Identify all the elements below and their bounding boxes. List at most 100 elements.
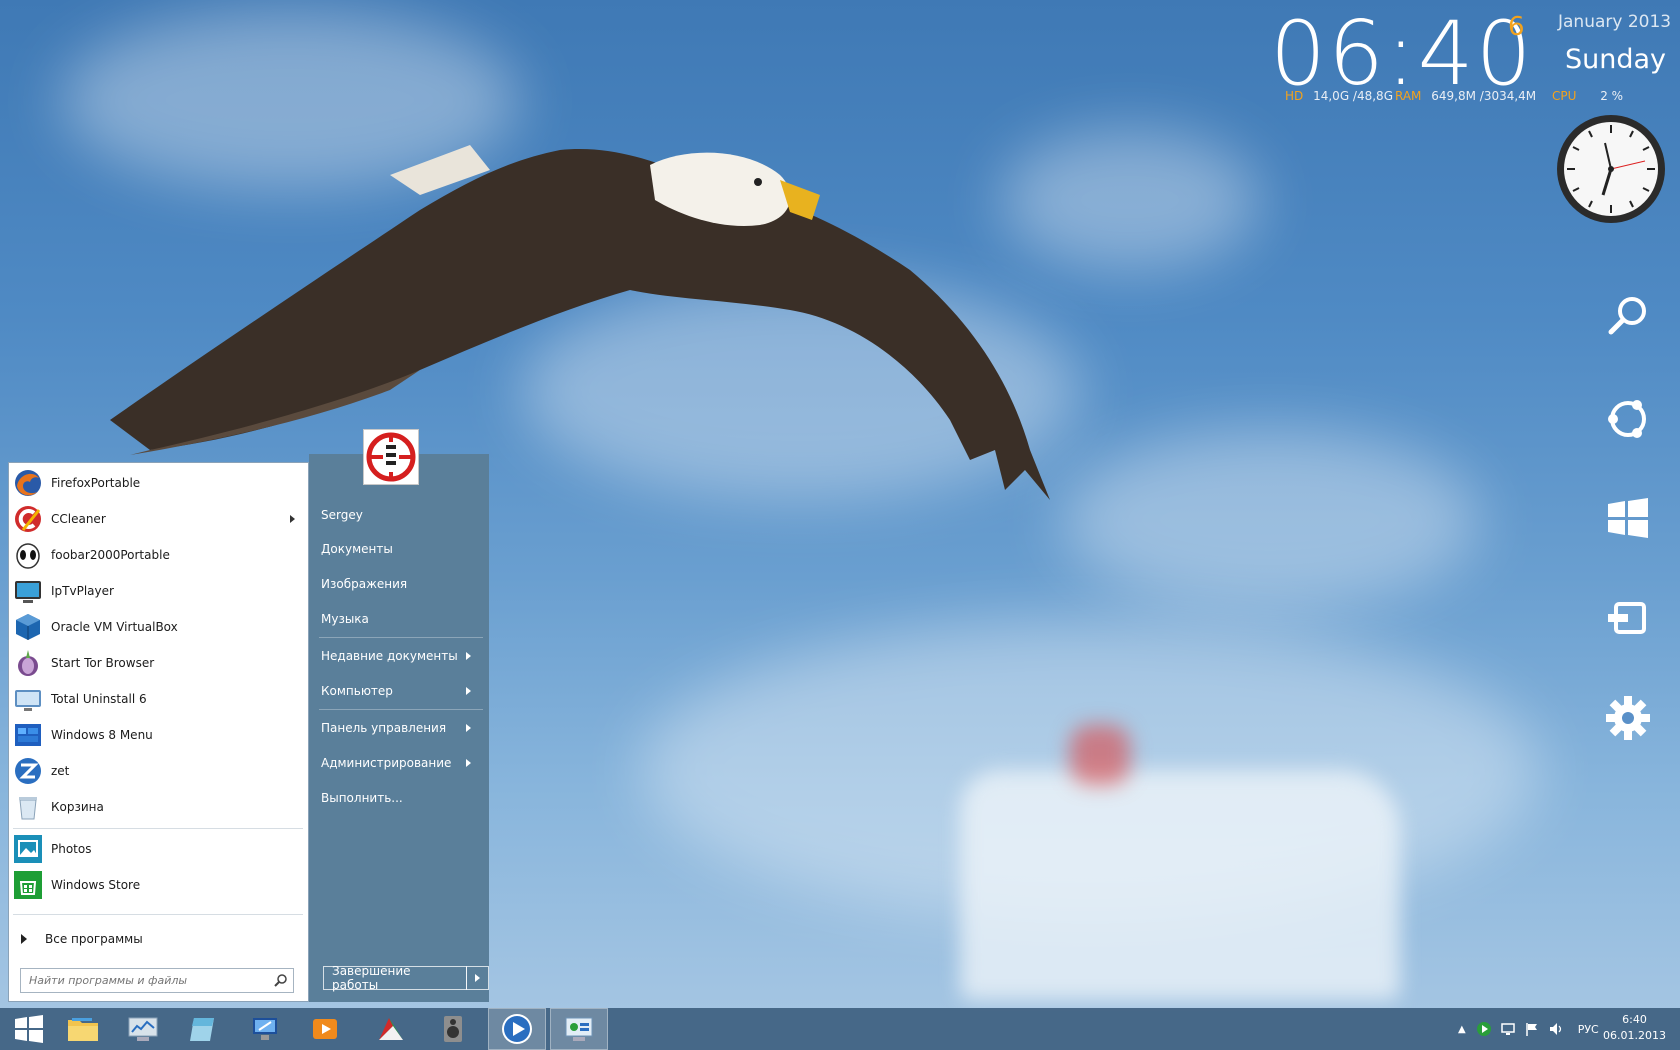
cpu-label: CPU — [1552, 89, 1577, 103]
place-sergey[interactable]: Sergey — [313, 500, 483, 530]
program-photos[interactable]: Photos — [9, 831, 307, 867]
play-status-icon[interactable] — [1476, 1021, 1492, 1037]
program-recycle-bin[interactable]: Корзина — [9, 789, 307, 825]
language-indicator[interactable]: РУС — [1578, 1023, 1599, 1036]
media-icon — [313, 1019, 337, 1039]
folder-icon — [68, 1018, 98, 1041]
program-foobar2000portable[interactable]: foobar2000Portable — [9, 537, 307, 573]
place-run[interactable]: Выполнить... — [313, 783, 483, 813]
start-button[interactable] — [0, 1008, 58, 1050]
program-zet[interactable]: zet — [9, 753, 307, 789]
place-label: Документы — [321, 542, 393, 556]
program-tor-browser[interactable]: Start Tor Browser — [9, 645, 307, 681]
chevron-right-icon — [466, 724, 471, 732]
taskbar-explorer[interactable] — [54, 1008, 112, 1050]
blurred-ship-funnel — [1070, 725, 1130, 785]
place-label: Панель управления — [321, 721, 447, 735]
program-windows-store[interactable]: Windows Store — [9, 867, 307, 903]
place-label: Sergey — [321, 508, 363, 522]
start-icon — [1608, 498, 1648, 538]
search-input[interactable] — [27, 969, 261, 992]
program-ccleaner[interactable]: CCleaner — [9, 501, 307, 537]
tv-icon — [13, 576, 43, 606]
place-documents[interactable]: Документы — [313, 534, 483, 564]
program-label: Start Tor Browser — [51, 656, 155, 670]
program-firefoxportable[interactable]: FirefoxPortable — [9, 465, 307, 501]
ccleaner-icon — [13, 504, 43, 534]
place-recent-documents[interactable]: Недавние документы — [313, 641, 483, 671]
chevron-right-icon — [466, 687, 471, 695]
devices-icon — [1608, 602, 1646, 634]
hd-value: 14,0G /48,8G — [1313, 89, 1393, 103]
all-programs-label: Все программы — [45, 932, 143, 946]
charm-settings[interactable] — [1600, 690, 1656, 746]
taskbar-control-panel[interactable] — [550, 1008, 608, 1050]
recycle-bin-icon — [13, 792, 43, 822]
taskbar-system-monitor[interactable] — [114, 1008, 172, 1050]
all-programs-button[interactable]: Все программы — [9, 925, 307, 953]
taskbar-chart-app[interactable] — [362, 1008, 420, 1050]
place-label: Компьютер — [321, 684, 393, 698]
speaker-icon — [444, 1016, 462, 1042]
place-label: Музыка — [321, 612, 369, 626]
place-administration[interactable]: Администрирование — [313, 748, 483, 778]
ram-value: 649,8M /3034,4M — [1431, 89, 1537, 103]
blurred-ship — [960, 770, 1400, 1000]
search-box — [20, 968, 294, 993]
player-icon — [502, 1014, 532, 1044]
zet-icon — [13, 756, 43, 786]
notepad-icon — [190, 1018, 214, 1041]
program-windows8-menu[interactable]: Windows 8 Menu — [9, 717, 307, 753]
charm-start[interactable] — [1600, 490, 1656, 546]
volume-icon[interactable] — [1548, 1021, 1564, 1037]
taskbar-notepad[interactable] — [174, 1008, 232, 1050]
shutdown-options-button[interactable] — [465, 966, 489, 990]
settings-icon — [1606, 696, 1650, 740]
chevron-right-icon — [466, 759, 471, 767]
flag-icon[interactable] — [1524, 1021, 1540, 1037]
search-icon[interactable] — [274, 973, 288, 987]
charm-share[interactable] — [1600, 391, 1656, 447]
charm-search[interactable] — [1600, 288, 1656, 344]
shutdown-button[interactable]: Завершение работы — [323, 964, 467, 992]
show-hidden-icons-button[interactable]: ▲ — [1458, 1024, 1466, 1035]
place-pictures[interactable]: Изображения — [313, 569, 483, 599]
place-control-panel[interactable]: Панель управления — [313, 713, 483, 743]
place-label: Выполнить... — [321, 791, 403, 805]
charm-devices[interactable] — [1600, 590, 1656, 646]
triangle-right-icon — [21, 934, 27, 944]
user-avatar[interactable] — [363, 429, 419, 485]
start-menu-programs-pane: FirefoxPortable CCleaner foobar2000Porta… — [8, 462, 309, 1002]
place-label: Недавние документы — [321, 649, 458, 663]
taskbar-date: 06.01.2013 — [1603, 1029, 1666, 1042]
taskbar-speaker[interactable] — [424, 1008, 482, 1050]
date-weekday: Sunday — [1565, 44, 1667, 75]
taskbar-clock[interactable]: 6:40 06.01.2013 — [1603, 1012, 1666, 1044]
program-label: FirefoxPortable — [51, 476, 141, 490]
taskbar-player[interactable] — [488, 1008, 546, 1050]
chevron-right-icon — [290, 515, 295, 523]
taskbar-network[interactable] — [236, 1008, 294, 1050]
program-label: Oracle VM VirtualBox — [51, 620, 178, 634]
place-computer[interactable]: Компьютер — [313, 676, 483, 706]
system-monitor-icon — [128, 1017, 158, 1041]
hd-usage: HD 14,0G /48,8G — [1285, 89, 1393, 103]
taskbar-media[interactable] — [296, 1008, 354, 1050]
program-virtualbox[interactable]: Oracle VM VirtualBox — [9, 609, 307, 645]
network-tray-icon[interactable] — [1500, 1021, 1516, 1037]
virtualbox-icon — [13, 612, 43, 642]
program-iptvplayer[interactable]: IpTvPlayer — [9, 573, 307, 609]
program-label: CCleaner — [51, 512, 106, 526]
chart-icon — [379, 1018, 403, 1040]
place-music[interactable]: Музыка — [313, 604, 483, 634]
start-menu: Sergey Документы Изображения Музыка Неда… — [8, 454, 489, 1002]
analog-clock — [1557, 115, 1665, 223]
chevron-right-icon — [466, 652, 471, 660]
network-icon — [253, 1018, 277, 1040]
program-total-uninstall[interactable]: Total Uninstall 6 — [9, 681, 307, 717]
date-month-year: January 2013 — [1558, 12, 1672, 32]
shutdown-group: Завершение работы — [323, 964, 489, 992]
hd-label: HD — [1285, 89, 1304, 103]
taskbar: ▲ РУС 6:40 06.01.2013 — [0, 1008, 1680, 1050]
cpu-usage: CPU 2 % — [1552, 89, 1623, 103]
